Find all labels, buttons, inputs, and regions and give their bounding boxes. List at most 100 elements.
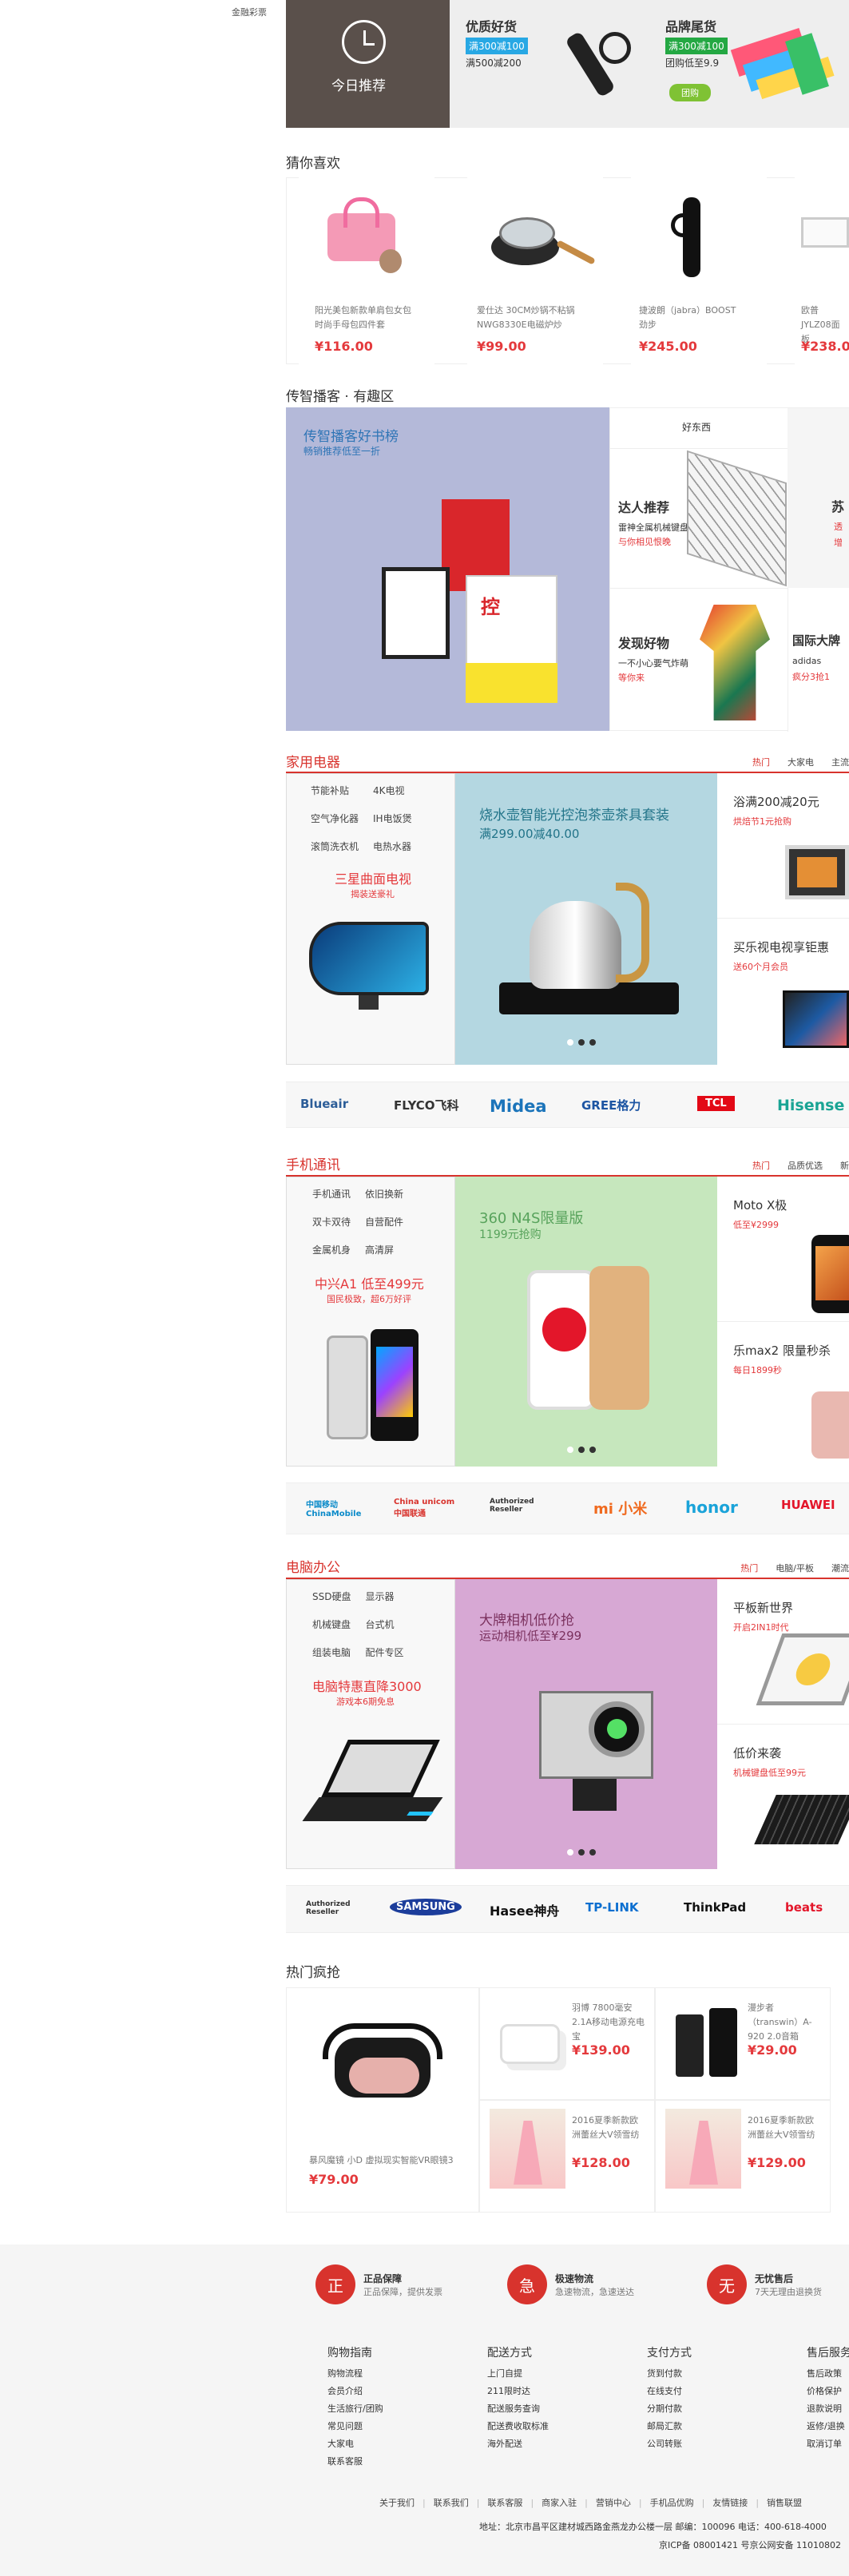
category-link[interactable]: 组装电脑 [312, 1645, 351, 1659]
brand-logo[interactable]: TCL [697, 1096, 735, 1111]
hot-grid-item[interactable]: 漫步者（transwin）A-920 2.0音箱 ¥29.00 [655, 1987, 831, 2100]
footer-link[interactable]: 售后政策 [807, 2367, 849, 2380]
brand-logo[interactable]: TP-LINK [585, 1900, 639, 1915]
right-promo[interactable]: 低价来袭 机械键盘低至99元 [717, 1725, 849, 1869]
tab-quality[interactable]: 品质优选 [788, 1159, 823, 1172]
category-link[interactable]: 空气净化器 [311, 812, 359, 825]
category-link[interactable]: 自营配件 [365, 1215, 403, 1228]
tab-hot[interactable]: 热门 [752, 756, 770, 768]
guess-item[interactable]: 爱仕达 30CM炒锅不粘锅NWG8330E电磁炉炒 ¥99.00 [467, 177, 603, 364]
category-link[interactable]: 显示器 [365, 1590, 403, 1603]
category-link[interactable]: 滚筒洗衣机 [311, 839, 359, 853]
today-recommend-tile[interactable]: 今日推荐 [286, 0, 450, 128]
tab-mainstream[interactable]: 主流 [831, 756, 849, 768]
podcast-tab[interactable]: 好东西 [682, 420, 711, 434]
category-link[interactable]: 高清屏 [365, 1243, 403, 1256]
footer-nav-link[interactable]: 营销中心 [596, 2496, 642, 2509]
category-link[interactable]: 4K电视 [373, 784, 421, 797]
item-bottom-right[interactable]: 国际大牌 adidas 疯分3抢1 [788, 588, 849, 732]
footer-nav-link[interactable]: 友情链接 [712, 2496, 759, 2509]
category-link[interactable]: 机械键盘 [312, 1617, 351, 1631]
footer-link[interactable]: 生活旅行/团购 [327, 2402, 423, 2415]
right-promo[interactable]: 买乐视电视享钜惠 送60个月会员 [717, 919, 849, 1065]
hot-grid-item[interactable]: 2016夏季新款欧洲蕾丝大V领雪纺 ¥129.00 [655, 2100, 831, 2213]
category-link[interactable]: 节能补贴 [311, 784, 359, 797]
camera-banner[interactable]: 大牌相机低价抢 运动相机低至¥299 [455, 1579, 717, 1869]
right-promo[interactable]: 乐max2 限量秒杀 每日1899秒 [717, 1322, 849, 1467]
brand-logo[interactable]: honor [685, 1498, 738, 1517]
tab-new[interactable]: 新 [840, 1159, 849, 1172]
item-top-left[interactable]: 达人推荐 雷神全属机械键盘 与你相见恨晚 [610, 448, 788, 588]
footer-link[interactable]: 联系客服 [327, 2455, 423, 2467]
carousel-dots[interactable] [567, 1039, 596, 1046]
brand-logo[interactable]: mi 小米 [593, 1498, 647, 1518]
group-buy-button[interactable]: 团购 [669, 84, 711, 101]
tab-trend[interactable]: 潮流 [831, 1562, 849, 1574]
footer-link[interactable]: 货到付款 [647, 2367, 743, 2380]
phone-banner[interactable]: 360 N4S限量版 1199元抢购 [455, 1177, 717, 1467]
brand-logo[interactable]: Hisense [777, 1097, 844, 1114]
brand-logo[interactable]: SAMSUNG [390, 1899, 462, 1915]
footer-link[interactable]: 购物流程 [327, 2367, 423, 2380]
footer-link[interactable]: 返修/退换 [807, 2419, 849, 2432]
book-promo[interactable]: 传智播客好书榜 畅销推荐低至一折 控 [286, 407, 609, 731]
footer-link[interactable]: 会员介绍 [327, 2384, 423, 2397]
tab-hot[interactable]: 热门 [752, 1159, 770, 1172]
footer-nav-link[interactable]: 关于我们 [379, 2496, 426, 2509]
guess-item[interactable]: 捷波朗（jabra）BOOST劲步 ¥245.00 [631, 177, 767, 364]
brand-tile[interactable]: 品牌尾货 满300减100 团购低至9.9 团购 [649, 0, 849, 128]
carousel-dots[interactable] [567, 1849, 596, 1856]
right-promo[interactable]: Moto X极 低至¥2999 [717, 1177, 849, 1322]
footer-link[interactable]: 海外配送 [487, 2437, 583, 2450]
quality-tile[interactable]: 优质好货 满300减100 满500减200 [450, 0, 649, 128]
right-promo[interactable]: 浴满200减20元 烘焙节1元抢购 [717, 773, 849, 919]
footer-nav-link[interactable]: 联系客服 [487, 2496, 534, 2509]
tab-computer-tablet[interactable]: 电脑/平板 [776, 1562, 814, 1574]
carousel-dots[interactable] [567, 1447, 596, 1453]
footer-link[interactable]: 常见问题 [327, 2419, 423, 2432]
footer-nav-link[interactable]: 联系我们 [434, 2496, 480, 2509]
footer-nav-link[interactable]: 商家入驻 [542, 2496, 588, 2509]
kettle-banner[interactable]: 烧水壶智能光控泡茶壶茶具套装 满299.00减40.00 [455, 773, 717, 1065]
brand-logo[interactable]: China unicom中国联通 [394, 1498, 458, 1518]
footer-link[interactable]: 分期付款 [647, 2402, 743, 2415]
brand-logo[interactable]: FLYCO飞科 [394, 1097, 459, 1113]
corner-link[interactable]: 金融彩票 [232, 6, 267, 18]
brand-logo[interactable]: 中国移动 ChinaMobile [306, 1498, 361, 1518]
category-link[interactable]: IH电饭煲 [373, 812, 421, 825]
category-link[interactable]: 电热水器 [373, 839, 421, 853]
guess-item[interactable]: 阳光美包新款单肩包女包时尚手母包四件套 ¥116.00 [299, 177, 434, 364]
brand-logo[interactable]: ThinkPad [684, 1900, 746, 1915]
footer-link[interactable]: 大家电 [327, 2437, 423, 2450]
brand-logo[interactable]: Authorized Reseller [490, 1498, 547, 1514]
brand-logo[interactable]: GREE格力 [581, 1097, 641, 1113]
hot-big-item[interactable]: 暴风魔镜 小D 虚拟现实智能VR眼镜3 ¥79.00 [286, 1987, 479, 2213]
footer-link[interactable]: 配送服务查询 [487, 2402, 583, 2415]
footer-link[interactable]: 配送费收取标准 [487, 2419, 583, 2432]
footer-link[interactable]: 取消订单 [807, 2437, 849, 2450]
brand-logo[interactable]: Hasee神舟 [490, 1900, 559, 1919]
tab-hot[interactable]: 热门 [740, 1562, 758, 1574]
category-link[interactable]: 配件专区 [365, 1645, 403, 1659]
footer-link[interactable]: 价格保护 [807, 2384, 849, 2397]
brand-logo[interactable]: Blueair [300, 1097, 348, 1111]
footer-link[interactable]: 退款说明 [807, 2402, 849, 2415]
brand-logo[interactable]: HUAWEI [781, 1498, 835, 1512]
footer-link[interactable]: 上门自提 [487, 2367, 583, 2380]
category-link[interactable]: 金属机身 [312, 1243, 351, 1256]
category-link[interactable]: SSD硬盘 [312, 1590, 351, 1603]
tab-large-appliances[interactable]: 大家电 [788, 756, 814, 768]
footer-link[interactable]: 211限时达 [487, 2384, 583, 2397]
item-top-right[interactable]: 苏 透 增 [788, 408, 849, 588]
guess-item[interactable]: 欧普 JYLZ08面板 ¥238.00 [795, 177, 849, 364]
category-link[interactable]: 双卡双待 [312, 1215, 351, 1228]
brand-logo[interactable]: beats [785, 1900, 823, 1915]
brand-logo[interactable]: Midea [490, 1097, 547, 1116]
brand-logo[interactable]: Authorized Reseller [306, 1900, 370, 1916]
category-link[interactable]: 台式机 [365, 1617, 403, 1631]
footer-link[interactable]: 公司转账 [647, 2437, 743, 2450]
category-link[interactable]: 手机通讯 [312, 1187, 351, 1201]
hot-grid-item[interactable]: 2016夏季新款欧洲蕾丝大V领雪纺 ¥128.00 [479, 2100, 655, 2213]
footer-nav-link[interactable]: 销售联盟 [767, 2496, 802, 2509]
footer-nav-link[interactable]: 手机品优购 [650, 2496, 705, 2509]
